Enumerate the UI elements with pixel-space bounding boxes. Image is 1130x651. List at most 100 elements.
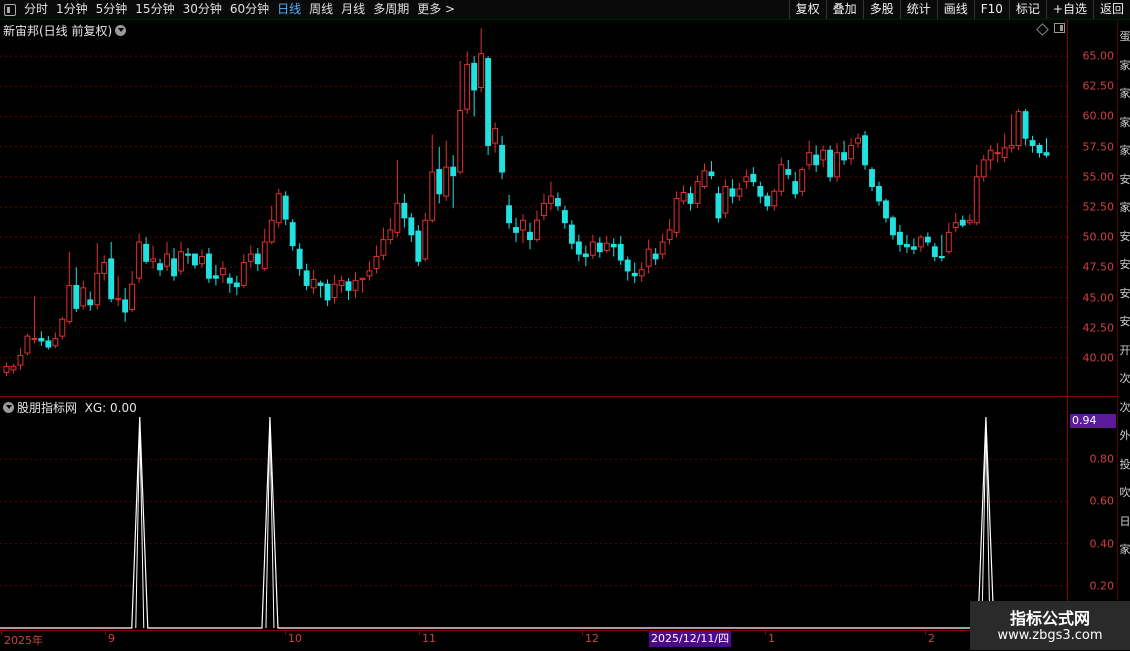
candle-body bbox=[192, 253, 198, 266]
candle bbox=[429, 134, 436, 223]
candle-body bbox=[750, 173, 757, 183]
candle bbox=[66, 251, 73, 325]
candle-body bbox=[547, 195, 554, 204]
right-side-strip[interactable]: 蛋家家家家安家安安安安开次次外投吹日家 bbox=[1117, 20, 1130, 650]
candle-body bbox=[3, 365, 10, 373]
candle-body bbox=[52, 338, 59, 347]
candle bbox=[869, 167, 875, 192]
candle-body bbox=[233, 282, 240, 288]
candle-body bbox=[212, 275, 219, 279]
period-tab-3[interactable]: 15分钟 bbox=[131, 0, 178, 19]
candle-body bbox=[994, 152, 1001, 155]
indicator-axis: 0.94 0.80 0.60 0.40 0.20 bbox=[1067, 396, 1118, 631]
window-toggle-icon[interactable] bbox=[1054, 23, 1065, 33]
candle-body bbox=[527, 231, 533, 241]
candle bbox=[129, 270, 136, 312]
period-tab-4[interactable]: 30分钟 bbox=[179, 0, 226, 19]
candle bbox=[31, 296, 38, 344]
candle-body bbox=[254, 253, 261, 265]
candle-body bbox=[862, 135, 868, 166]
candle bbox=[617, 235, 624, 265]
layout-toggle-icon[interactable] bbox=[4, 3, 16, 16]
candle-body bbox=[317, 282, 324, 286]
strip-char: 家 bbox=[1119, 87, 1130, 100]
candle-body bbox=[987, 149, 994, 161]
candle bbox=[890, 215, 896, 240]
candle-body bbox=[1008, 144, 1015, 149]
candle bbox=[876, 181, 882, 206]
candle bbox=[73, 267, 80, 312]
toolbar-button-1[interactable]: 叠加 bbox=[825, 0, 863, 19]
candle-body bbox=[631, 272, 638, 277]
candle-body bbox=[520, 219, 526, 231]
candle-body bbox=[338, 280, 345, 286]
candle bbox=[101, 255, 108, 281]
dropdown-circle-icon[interactable] bbox=[115, 25, 127, 36]
toolbar-button-0[interactable]: 复权 bbox=[788, 0, 826, 19]
stock-title: 新宙邦(日线 前复权) bbox=[3, 24, 113, 38]
candle-body bbox=[394, 202, 401, 233]
candle-body bbox=[806, 152, 813, 166]
candle bbox=[94, 243, 101, 310]
strip-char: 外 bbox=[1119, 429, 1130, 442]
kline-chart[interactable]: 新宙邦(日线 前复权) bbox=[0, 20, 1067, 396]
candle-body bbox=[617, 243, 624, 261]
candle bbox=[624, 256, 631, 281]
candle bbox=[715, 186, 722, 223]
candle bbox=[1008, 114, 1015, 153]
candle-body bbox=[178, 251, 184, 272]
candle bbox=[855, 133, 861, 148]
period-tab-5[interactable]: 60分钟 bbox=[226, 0, 273, 19]
candle-body bbox=[310, 278, 317, 289]
toolbar-button-8[interactable]: 返回 bbox=[1092, 0, 1130, 19]
candle-body bbox=[10, 365, 17, 371]
candle-body bbox=[122, 299, 129, 313]
strip-char: 家 bbox=[1119, 58, 1130, 72]
candle bbox=[1001, 133, 1008, 163]
candle bbox=[359, 277, 366, 293]
toolbar-button-7[interactable]: +自选 bbox=[1045, 0, 1093, 19]
toolbar-button-2[interactable]: 多股 bbox=[862, 0, 900, 19]
candle-body bbox=[115, 298, 122, 301]
period-tab-0[interactable]: 分时 bbox=[20, 0, 52, 19]
toolbar-button-3[interactable]: 统计 bbox=[899, 0, 937, 19]
candle bbox=[917, 234, 924, 252]
period-tab-7[interactable]: 周线 bbox=[305, 0, 337, 19]
indicator-dropdown-icon[interactable] bbox=[3, 402, 14, 413]
candle bbox=[219, 261, 226, 284]
candle-body bbox=[917, 236, 924, 248]
toolbar-button-5[interactable]: F10 bbox=[973, 0, 1009, 19]
period-tab-10[interactable]: 更多 > bbox=[413, 0, 459, 19]
date-axis: 2025年 9 10 11 12 1 2 2025/12/11/四 bbox=[0, 630, 1117, 651]
candle bbox=[10, 363, 17, 374]
indicator-panel[interactable]: 股朋指标网 XG: 0.00 bbox=[0, 396, 1067, 631]
strip-char: 安 bbox=[1119, 315, 1130, 328]
price-tick: 47.50 bbox=[1082, 260, 1115, 274]
candle-body bbox=[701, 170, 708, 187]
candle bbox=[345, 278, 352, 300]
candle bbox=[541, 193, 547, 221]
candle-body bbox=[359, 277, 366, 280]
period-tab-8[interactable]: 月线 bbox=[337, 0, 369, 19]
candle bbox=[645, 239, 652, 274]
period-tab-1[interactable]: 1分钟 bbox=[52, 0, 92, 19]
candle bbox=[534, 210, 540, 242]
toolbar-button-4[interactable]: 画线 bbox=[936, 0, 974, 19]
period-tabs: 分时 1分钟 5分钟 15分钟 30分钟 60分钟 日线 周线 月线 多周期 更多 > bbox=[0, 0, 459, 19]
candle bbox=[401, 193, 408, 228]
period-tab-6[interactable]: 日线 bbox=[273, 0, 305, 19]
candle-body bbox=[171, 258, 177, 277]
period-tab-9[interactable]: 多周期 bbox=[369, 0, 413, 19]
toolbar-button-6[interactable]: 标记 bbox=[1008, 0, 1046, 19]
watermark-title: 指标公式网 bbox=[1009, 609, 1090, 628]
candle bbox=[457, 60, 464, 175]
candle bbox=[631, 262, 638, 284]
candle bbox=[987, 145, 994, 170]
candle-body bbox=[143, 243, 150, 262]
period-tab-2[interactable]: 5分钟 bbox=[92, 0, 132, 19]
candle-body bbox=[841, 152, 848, 161]
candle bbox=[806, 140, 813, 170]
candle-body bbox=[38, 338, 45, 342]
cursor-date-label: 2025/12/11/四 bbox=[649, 631, 732, 647]
candle bbox=[387, 217, 394, 245]
